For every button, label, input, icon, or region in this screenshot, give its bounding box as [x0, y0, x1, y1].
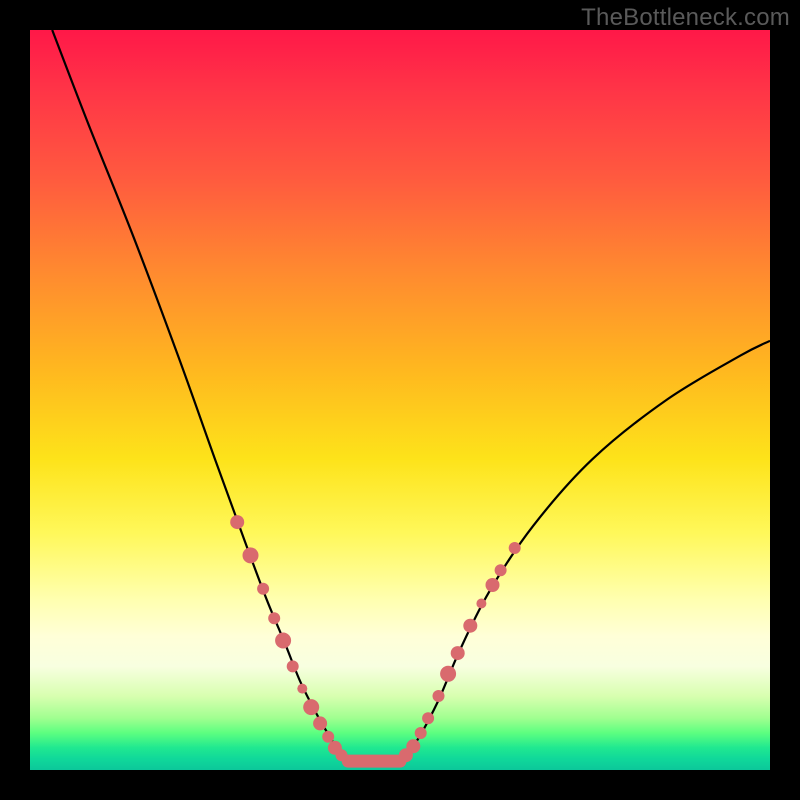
chart-frame: TheBottleneck.com: [0, 0, 800, 800]
marker-dot: [433, 690, 445, 702]
chart-svg: [30, 30, 770, 770]
marker-dot: [406, 739, 420, 753]
marker-dot: [509, 542, 521, 554]
left-curve: [52, 30, 348, 761]
marker-dot: [336, 749, 348, 761]
plot-area: [30, 30, 770, 770]
marker-dot: [297, 684, 307, 694]
marker-dot: [287, 660, 299, 672]
marker-cluster-left: [230, 515, 347, 761]
marker-dot: [422, 712, 434, 724]
right-curve: [400, 341, 770, 761]
marker-dot: [451, 646, 465, 660]
watermark-label: TheBottleneck.com: [581, 4, 790, 32]
marker-dot: [322, 731, 334, 743]
marker-dot: [257, 583, 269, 595]
marker-dot: [486, 578, 500, 592]
marker-dot: [313, 716, 327, 730]
marker-dot: [243, 547, 259, 563]
marker-dot: [476, 599, 486, 609]
marker-dot: [463, 619, 477, 633]
marker-dot: [268, 612, 280, 624]
marker-dot: [303, 699, 319, 715]
marker-dot: [440, 666, 456, 682]
marker-dot: [415, 727, 427, 739]
marker-dot: [275, 633, 291, 649]
marker-cluster-right: [399, 542, 521, 762]
marker-dot: [495, 564, 507, 576]
marker-dot: [230, 515, 244, 529]
